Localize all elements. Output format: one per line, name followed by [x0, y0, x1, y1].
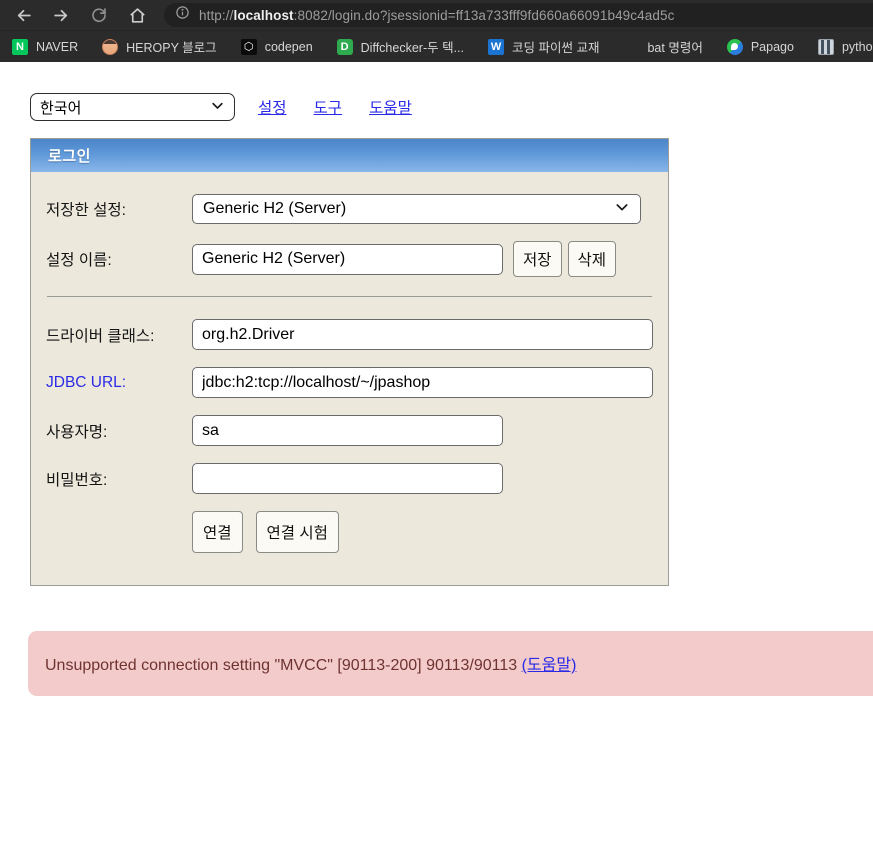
password-input[interactable]	[192, 463, 503, 494]
password-row: 비밀번호:	[46, 463, 653, 494]
top-links: 설정 도구 도움말	[258, 96, 412, 118]
password-label: 비밀번호:	[46, 471, 108, 489]
saved-settings-row: 저장한 설정: Generic H2 (Server)	[46, 194, 653, 224]
saved-settings-value: Generic H2 (Server)	[203, 200, 347, 217]
top-nav-row: 한국어 설정 도구 도움말	[30, 93, 873, 121]
forward-button[interactable]	[46, 2, 76, 28]
bookmark-codepen[interactable]: ⬡ codepen	[240, 38, 313, 55]
jdbc-url-label[interactable]: JDBC URL:	[46, 374, 192, 392]
bookmark-label: bat 명령어	[647, 41, 703, 55]
form-divider	[47, 296, 652, 297]
browser-chrome: http://localhost:8082/login.do?jsessioni…	[0, 0, 873, 62]
heropy-avatar-icon	[102, 38, 119, 55]
saved-settings-label: 저장한 설정:	[46, 202, 126, 219]
home-icon	[128, 6, 147, 25]
bookmark-label: NAVER	[36, 39, 79, 54]
setting-name-input[interactable]	[192, 243, 503, 275]
username-label: 사용자명:	[46, 423, 108, 441]
error-help-link[interactable]: (도움말)	[522, 657, 577, 674]
driver-class-label: 드라이버 클래스:	[46, 327, 155, 345]
driver-class-input[interactable]	[192, 319, 653, 350]
chevron-down-icon	[614, 199, 630, 220]
login-form: 저장한 설정: Generic H2 (Server) 설정 이름: 저장 삭제…	[31, 172, 668, 585]
bookmark-label: codepen	[264, 39, 313, 54]
reload-button[interactable]	[84, 2, 114, 28]
save-button[interactable]: 저장	[513, 241, 562, 277]
info-icon[interactable]	[175, 5, 190, 25]
setting-name-label: 설정 이름:	[46, 252, 112, 269]
forward-icon	[52, 6, 71, 25]
error-message-text: Unsupported connection setting "MVCC" [9…	[45, 657, 518, 674]
naver-icon: N	[12, 38, 28, 55]
help-link[interactable]: 도움말	[369, 96, 412, 118]
saved-settings-select[interactable]: Generic H2 (Server)	[192, 194, 641, 224]
wikidocs-icon: W	[488, 38, 505, 55]
url-text: http://localhost:8082/login.do?jsessioni…	[199, 7, 675, 23]
bookmark-diffchecker[interactable]: D Diffchecker-두 텍...	[336, 37, 465, 56]
home-button[interactable]	[122, 2, 152, 28]
jdbc-url-row: JDBC URL:	[46, 367, 653, 398]
login-panel: 로그인 저장한 설정: Generic H2 (Server) 설정 이름: 저…	[30, 138, 669, 586]
url-host: localhost	[233, 7, 294, 23]
bookmark-heropy[interactable]: HEROPY 블로그	[102, 37, 217, 56]
language-select-value: 한국어	[40, 99, 82, 117]
username-input[interactable]	[192, 415, 503, 446]
setting-name-row: 설정 이름: 저장 삭제	[46, 241, 653, 277]
connect-actions: 연결 연결 시험	[192, 511, 653, 553]
diffchecker-icon: D	[336, 38, 353, 55]
papago-icon	[726, 38, 743, 55]
language-select[interactable]: 한국어	[30, 93, 235, 121]
bookmark-papago[interactable]: Papago	[726, 38, 794, 55]
bookmark-label: Diffchecker-두 텍...	[360, 41, 465, 55]
bookmark-label: HEROPY 블로그	[126, 41, 217, 55]
settings-link[interactable]: 설정	[258, 96, 287, 118]
bookmark-naver[interactable]: N NAVER	[12, 38, 79, 55]
jdbc-url-input[interactable]	[192, 367, 653, 398]
remove-button[interactable]: 삭제	[567, 241, 617, 277]
login-panel-title: 로그인	[31, 139, 668, 172]
driver-class-row: 드라이버 클래스:	[46, 319, 653, 350]
reload-icon	[90, 6, 108, 24]
tools-link[interactable]: 도구	[314, 96, 343, 118]
error-message-box: Unsupported connection setting "MVCC" [9…	[28, 631, 873, 696]
bookmark-label: 코딩 파이썬 교재	[512, 41, 600, 55]
username-row: 사용자명:	[46, 415, 653, 446]
bookmark-selenium[interactable]: python selenium	[817, 38, 873, 55]
bookmark-label: Papago	[750, 39, 794, 54]
bookmark-label: python selenium	[841, 39, 873, 54]
back-icon	[14, 6, 33, 25]
address-bar[interactable]: http://localhost:8082/login.do?jsessioni…	[164, 3, 873, 27]
back-button[interactable]	[8, 2, 38, 28]
chevron-down-icon	[210, 98, 225, 117]
codepen-icon: ⬡	[240, 38, 257, 55]
bookmark-wikidocs[interactable]: W 코딩 파이썬 교재	[488, 37, 599, 56]
color-grid-icon	[623, 39, 639, 55]
bookmarks-bar: N NAVER HEROPY 블로그 ⬡ codepen D Diffcheck…	[0, 30, 873, 62]
library-icon	[817, 38, 834, 55]
connect-button[interactable]: 연결	[192, 511, 243, 553]
browser-toolbar: http://localhost:8082/login.do?jsessioni…	[0, 0, 873, 30]
test-connection-button[interactable]: 연결 시험	[255, 511, 339, 553]
bookmark-bat[interactable]: bat 명령어	[623, 37, 702, 56]
